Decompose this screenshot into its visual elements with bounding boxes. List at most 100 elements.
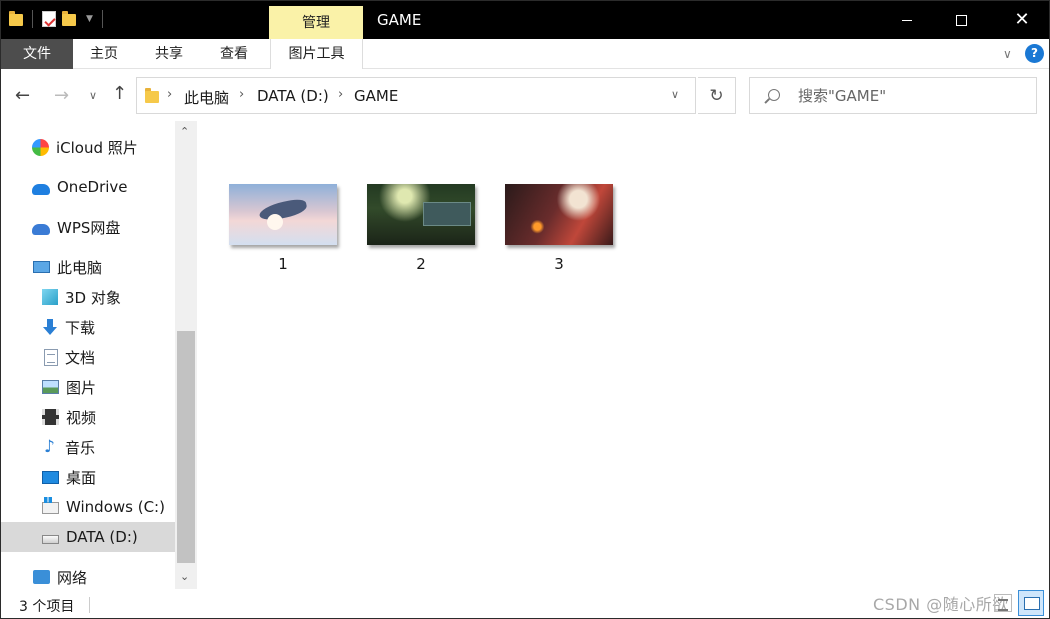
minimize-icon bbox=[902, 19, 912, 21]
sidebar-item-label: 文档 bbox=[65, 348, 96, 367]
scroll-down-chevron-icon[interactable]: ⌄ bbox=[180, 570, 189, 583]
sidebar-item-icloud-photos[interactable]: iCloud 照片 bbox=[1, 132, 175, 162]
tab-view[interactable]: 查看 bbox=[206, 39, 262, 69]
folder-icon bbox=[9, 11, 23, 27]
image-thumbnail bbox=[505, 184, 613, 245]
toolbar-divider bbox=[32, 10, 33, 28]
desktop-icon bbox=[42, 470, 59, 484]
videos-icon bbox=[42, 409, 59, 425]
icloud-photos-icon bbox=[32, 138, 49, 156]
scrollbar-thumb[interactable] bbox=[177, 331, 195, 563]
file-item[interactable]: 2 bbox=[367, 184, 475, 273]
sidebar-item-label: 音乐 bbox=[65, 438, 96, 457]
sidebar-item-documents[interactable]: 文档 bbox=[1, 342, 175, 372]
file-item[interactable]: 1 bbox=[229, 184, 337, 273]
file-name: 3 bbox=[554, 255, 564, 273]
sidebar-item-label: 视频 bbox=[66, 408, 97, 427]
address-bar[interactable]: › 此电脑 › DATA (D:) › GAME ∨ bbox=[136, 77, 696, 114]
scroll-up-chevron-icon[interactable]: ⌃ bbox=[180, 125, 189, 138]
sidebar-item-music[interactable]: ♪ 音乐 bbox=[1, 432, 175, 462]
windows-drive-icon bbox=[42, 497, 59, 514]
tab-picture-tools[interactable]: 图片工具 bbox=[270, 39, 363, 69]
sidebar-item-label: 网络 bbox=[57, 568, 88, 587]
sidebar-item-label: 图片 bbox=[66, 378, 97, 397]
breadcrumb-this-pc[interactable]: 此电脑 bbox=[184, 87, 229, 108]
explorer-window: ▼ 管理 GAME ✕ 文件 主页 共享 查看 图片工具 ∨ ? ← → ∨ ↑… bbox=[0, 0, 1050, 619]
up-arrow-icon[interactable]: ↑ bbox=[112, 83, 127, 104]
title-bar: ▼ 管理 GAME ✕ bbox=[1, 1, 1049, 39]
sidebar-item-windows-drive[interactable]: Windows (C:) bbox=[1, 492, 175, 522]
forward-arrow-icon[interactable]: → bbox=[54, 85, 69, 106]
search-box[interactable] bbox=[749, 77, 1037, 114]
image-thumbnail bbox=[367, 184, 475, 245]
back-arrow-icon[interactable]: ← bbox=[15, 85, 30, 106]
breadcrumb-separator[interactable]: › bbox=[239, 87, 244, 102]
sidebar-item-videos[interactable]: 视频 bbox=[1, 402, 175, 432]
sidebar-item-onedrive[interactable]: OneDrive bbox=[1, 172, 175, 202]
tab-home[interactable]: 主页 bbox=[77, 39, 131, 69]
status-divider bbox=[89, 597, 90, 613]
sidebar-item-label: 下载 bbox=[65, 318, 96, 337]
refresh-button[interactable]: ↻ bbox=[698, 77, 736, 114]
sidebar-item-label: 3D 对象 bbox=[65, 288, 121, 307]
help-icon[interactable]: ? bbox=[1025, 44, 1044, 63]
large-icons-view-icon[interactable] bbox=[1018, 590, 1044, 616]
file-name: 1 bbox=[278, 255, 288, 273]
status-bar: 3 个项目 CSDN @随心所欲 bbox=[1, 589, 1049, 618]
folder-icon bbox=[145, 88, 159, 104]
quick-access-toolbar: ▼ bbox=[9, 10, 106, 28]
recent-locations-chevron-icon[interactable]: ∨ bbox=[89, 89, 97, 102]
search-input[interactable] bbox=[798, 84, 1028, 108]
navigation-pane: iCloud 照片 OneDrive WPS网盘 此电脑 3D 对象 下载 文档 bbox=[1, 121, 197, 589]
tab-share[interactable]: 共享 bbox=[141, 39, 197, 69]
customize-toolbar-chevron-icon[interactable]: ▼ bbox=[86, 14, 93, 24]
sidebar-item-label: WPS网盘 bbox=[57, 218, 121, 237]
breadcrumb-separator[interactable]: › bbox=[167, 87, 172, 102]
image-thumbnail bbox=[229, 184, 337, 245]
3d-objects-icon bbox=[42, 289, 58, 305]
wps-cloud-icon bbox=[32, 223, 50, 235]
network-icon bbox=[33, 570, 50, 584]
ribbon-tabs: 文件 主页 共享 查看 图片工具 ∨ ? bbox=[1, 39, 1049, 69]
properties-icon[interactable] bbox=[42, 11, 56, 27]
sidebar-scrollbar[interactable]: ⌃ ⌄ bbox=[175, 121, 197, 589]
sidebar-item-label: iCloud 照片 bbox=[56, 138, 138, 157]
new-folder-icon[interactable] bbox=[62, 11, 76, 27]
music-icon: ♪ bbox=[44, 436, 55, 457]
onedrive-icon bbox=[32, 183, 50, 195]
sidebar-item-label: DATA (D:) bbox=[66, 528, 138, 546]
sidebar-item-downloads[interactable]: 下载 bbox=[1, 312, 175, 342]
expand-ribbon-chevron-icon[interactable]: ∨ bbox=[1003, 47, 1012, 61]
item-count: 3 个项目 bbox=[19, 599, 75, 615]
sidebar-item-network[interactable]: 网络 bbox=[1, 562, 175, 592]
minimize-button[interactable] bbox=[876, 1, 938, 39]
documents-icon bbox=[44, 348, 58, 366]
sidebar-item-pictures[interactable]: 图片 bbox=[1, 372, 175, 402]
sidebar-item-label: OneDrive bbox=[57, 178, 128, 196]
details-view-icon[interactable] bbox=[994, 594, 1012, 612]
search-icon bbox=[768, 89, 780, 101]
tab-manage[interactable]: 管理 bbox=[269, 6, 363, 39]
sidebar-item-desktop[interactable]: 桌面 bbox=[1, 462, 175, 492]
sidebar-item-label: Windows (C:) bbox=[66, 498, 165, 516]
sidebar-item-label: 桌面 bbox=[66, 468, 97, 487]
breadcrumb-separator[interactable]: › bbox=[338, 87, 343, 102]
sidebar-item-3d-objects[interactable]: 3D 对象 bbox=[1, 282, 175, 312]
maximize-button[interactable] bbox=[930, 1, 992, 39]
file-item[interactable]: 3 bbox=[505, 184, 613, 273]
sidebar-item-data-drive[interactable]: DATA (D:) bbox=[1, 522, 175, 552]
address-history-chevron-icon[interactable]: ∨ bbox=[671, 88, 679, 101]
sidebar-item-this-pc[interactable]: 此电脑 bbox=[1, 252, 175, 282]
pictures-icon bbox=[42, 380, 59, 394]
close-button[interactable]: ✕ bbox=[991, 1, 1049, 39]
breadcrumb-game[interactable]: GAME bbox=[354, 87, 398, 105]
breadcrumb-data-drive[interactable]: DATA (D:) bbox=[257, 87, 329, 105]
this-pc-icon bbox=[33, 261, 50, 273]
window-title: GAME bbox=[377, 11, 422, 29]
watermark: CSDN @随心所欲 bbox=[873, 595, 1009, 614]
sidebar-item-label: 此电脑 bbox=[57, 258, 103, 277]
downloads-icon bbox=[42, 319, 58, 335]
sidebar-item-wps-cloud[interactable]: WPS网盘 bbox=[1, 212, 175, 242]
close-icon: ✕ bbox=[1014, 9, 1030, 30]
tab-file[interactable]: 文件 bbox=[1, 39, 73, 69]
